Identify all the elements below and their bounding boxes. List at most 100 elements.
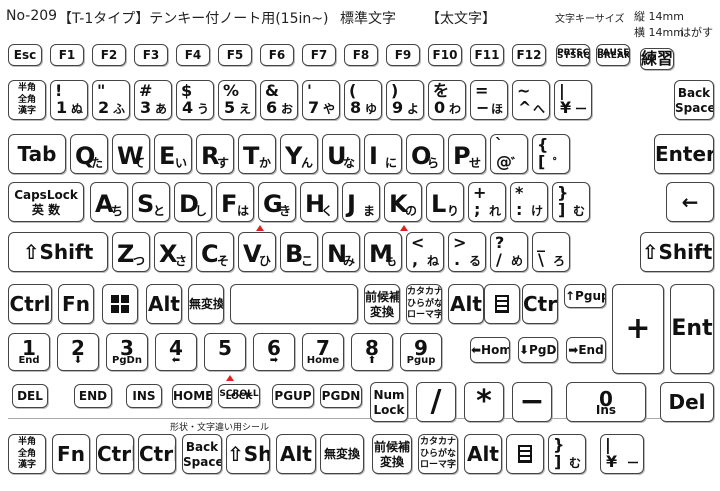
key-9: 9 Pgup — [400, 333, 442, 371]
key-2: 2 ⬇ — [57, 333, 99, 371]
key-label: Space — [183, 455, 222, 469]
key-r: Rす — [196, 134, 234, 174]
key-label: − — [476, 98, 490, 117]
key-label: ? — [495, 233, 505, 252]
key-label: SYSRQ — [557, 51, 590, 61]
key-label: た — [90, 156, 103, 170]
model-number: No-209 — [6, 8, 58, 24]
key-label: の — [404, 204, 417, 218]
size-vertical: 縦 14mm — [634, 10, 684, 23]
key-label: よ — [406, 102, 419, 116]
key-label: INS — [132, 389, 156, 403]
separator-label: 形状・文字違い用シール — [170, 423, 270, 433]
key-y: Yん — [280, 134, 318, 174]
key-symbol: 半角 全角 漢字 — [8, 80, 46, 120]
key-symbol: カタカナ ひらがな ローマ字 — [418, 434, 458, 474]
key-label: ふ — [112, 102, 125, 116]
key-label: > — [453, 233, 467, 252]
key-label: ➡End — [568, 343, 604, 357]
key-label: / — [496, 250, 502, 269]
key-symbol: }] む — [548, 434, 586, 474]
key-pgdn: PGDN — [320, 384, 362, 408]
key-label: ー — [626, 456, 639, 470]
key-label: 3 — [140, 98, 152, 117]
key-label: や — [322, 102, 335, 116]
key-label: ) — [391, 81, 399, 100]
key-f10: F10 — [428, 44, 462, 66]
key-end: END — [74, 384, 112, 408]
key-label: 漢字 — [17, 460, 36, 470]
key-symbol: + — [612, 284, 664, 374]
key-symbol: % 5 え — [218, 80, 256, 120]
key-label: さ — [174, 254, 187, 268]
key-w: Wて — [112, 134, 150, 174]
key-8: 8 ⬆ — [351, 333, 393, 371]
key-symbol: $4 う — [176, 80, 214, 120]
key-1: 1 End — [8, 333, 50, 371]
key-label: れ — [488, 204, 501, 218]
key-label: L — [431, 190, 447, 218]
key-label: か — [258, 156, 271, 170]
key-label: お — [280, 102, 293, 116]
key-label: つ — [132, 254, 145, 268]
key-label: も — [384, 254, 397, 268]
key-label: F10 — [432, 48, 458, 62]
key-label: F6 — [268, 48, 286, 62]
peel-label: はがす — [680, 26, 713, 39]
key-label: ` — [495, 135, 503, 154]
key-label: 変換 — [369, 305, 394, 319]
key-symbol: 無変換 — [188, 284, 224, 324]
key-label: う — [196, 102, 209, 116]
key-label: Esc — [13, 48, 37, 62]
key-label: P — [453, 142, 471, 170]
key-ctrl: Ctrl — [522, 284, 558, 324]
key-menu — [506, 434, 544, 474]
key-a: Aち — [90, 182, 128, 222]
key-label: ⬇PgDn — [519, 343, 557, 357]
key-6: 6 ➡ — [253, 333, 295, 371]
key-scroll: SCROLL LOCK — [218, 384, 260, 408]
key-symbol: <, ね — [406, 232, 444, 272]
key-label: 前候補 — [365, 290, 400, 304]
key-symbol: +; れ — [468, 182, 506, 222]
key-label: Ctrl — [9, 292, 51, 316]
key-label: そ — [216, 254, 229, 268]
key-label: 5 — [218, 336, 232, 360]
key-label: Fn — [57, 442, 85, 466]
key-f9: F9 — [386, 44, 420, 66]
key-label: @ — [496, 152, 512, 171]
key-label: と — [152, 204, 165, 218]
weight-label: 【太文字】 — [426, 11, 496, 27]
key-label: ~ — [517, 81, 531, 100]
key-label: F3 — [142, 48, 160, 62]
key-label: ⬆ — [367, 355, 377, 366]
key-label: ー — [574, 102, 587, 116]
menu-icon — [518, 445, 532, 463]
key-label: カタカナ — [407, 287, 442, 297]
key-k: Kの — [384, 182, 422, 222]
home-position-marker — [400, 225, 408, 231]
key-prtsc: PRTSC SYSRQ — [556, 44, 590, 66]
key-l: Lり — [426, 182, 464, 222]
keyboard-sticker-sheet: No-209 【T-1タイプ】テンキー付ノート用(15in~) 標準文字 【太文… — [0, 0, 720, 491]
key-c: Cそ — [196, 232, 234, 272]
key-label: ほ — [490, 102, 503, 116]
key-symbol: {[゜ — [532, 134, 570, 174]
key-label: Y — [285, 142, 303, 170]
key-label: し — [194, 204, 207, 218]
key-label: く — [320, 204, 333, 218]
key-symbol: 前候補 変換 — [364, 284, 400, 324]
key-label: F5 — [226, 48, 244, 62]
key-label: F — [221, 190, 238, 218]
key-symbol: (8 ゆ — [344, 80, 382, 120]
key-num: Num Lock — [370, 382, 408, 422]
key-f2: F2 — [92, 44, 126, 66]
key-g: Gき — [258, 182, 296, 222]
key-e: Eい — [154, 134, 192, 174]
key-symbol: #3 あ — [134, 80, 172, 120]
key-ctrl: Ctrl — [138, 434, 176, 474]
key-symbol: }] む — [552, 182, 590, 222]
key-label: Alt — [280, 442, 312, 466]
key-label: DEL — [17, 389, 43, 403]
key-f3: F3 — [134, 44, 168, 66]
